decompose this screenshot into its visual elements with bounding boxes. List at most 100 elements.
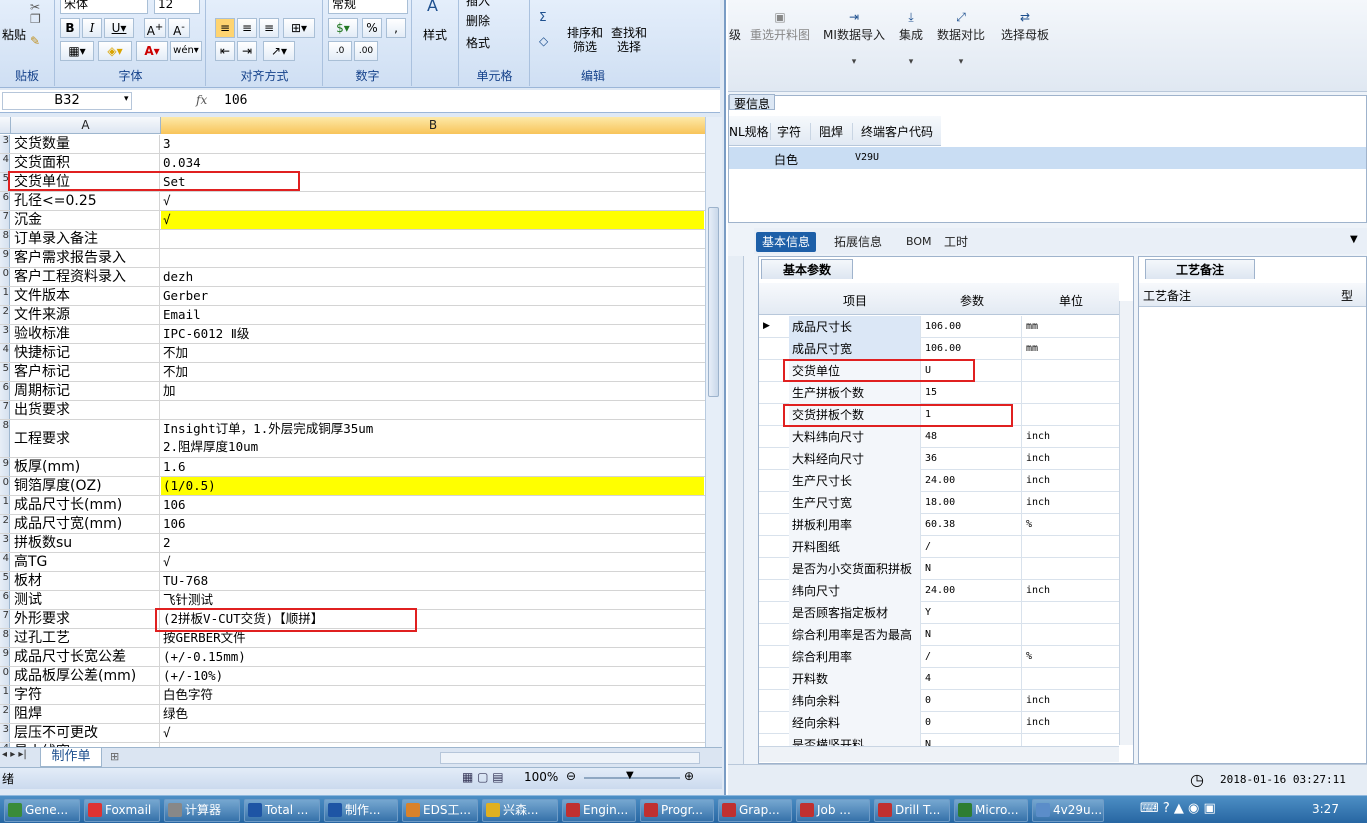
taskbar-item[interactable]: 计算器 <box>164 799 240 822</box>
format-button[interactable]: 格式 <box>466 34 490 51</box>
cell-a[interactable]: 过孔工艺 <box>11 629 160 647</box>
row-number[interactable]: 0 <box>0 477 10 495</box>
table-row[interactable]: 9 板厚(mm) 1.6 <box>0 458 706 477</box>
row-number[interactable]: 5 <box>0 363 10 381</box>
formula-input[interactable]: 106 <box>220 93 700 111</box>
currency-icon[interactable]: $▾ <box>328 18 358 38</box>
param-row[interactable]: 拼板利用率 60.38% <box>759 514 1119 536</box>
row-number[interactable]: 4 <box>0 344 10 362</box>
param-row[interactable]: 经向余料 0 inch <box>759 712 1119 734</box>
cell-b[interactable]: Gerber <box>161 287 704 305</box>
table-row[interactable]: 9 成品尺寸长宽公差 (+/-0.15mm) <box>0 648 706 667</box>
tabs-dropdown-icon[interactable]: ▼ <box>1350 234 1358 245</box>
tab-sheet[interactable]: 制作单 <box>40 748 102 767</box>
new-sheet-icon[interactable]: ⊞ <box>110 750 119 763</box>
notes-col-memo[interactable]: 工艺备注 <box>1143 287 1191 304</box>
cell-a[interactable]: 工程要求 <box>11 420 160 457</box>
row-number[interactable]: 4 <box>0 553 10 571</box>
row-number[interactable]: 7 <box>0 401 10 419</box>
cell-b[interactable]: TU-768 <box>161 572 704 590</box>
phonetic-icon[interactable]: wén▾ <box>170 41 202 61</box>
autosum-icon[interactable]: Σ <box>539 10 547 24</box>
param-value[interactable]: N <box>922 558 1022 580</box>
summary-col-mask[interactable]: 阻焊 <box>819 123 853 140</box>
row-number[interactable]: 2 <box>0 515 10 533</box>
row-number[interactable]: 7 <box>0 211 10 229</box>
param-value[interactable]: / <box>922 646 1022 668</box>
cell-b[interactable]: (+/-10%) <box>161 667 704 685</box>
param-row[interactable]: 开料数 4 <box>759 668 1119 690</box>
cell-a[interactable]: 客户需求报告录入 <box>11 249 160 267</box>
font-size-select[interactable]: 12 <box>154 0 200 14</box>
taskbar-item[interactable]: Grap... <box>718 799 792 822</box>
param-value[interactable]: 60.38 <box>922 514 1022 536</box>
increase-decimal-icon[interactable]: .0 <box>328 41 352 61</box>
table-row[interactable]: 8 工程要求 Insight订单，1.外层完成铜厚35um 2.阻焊厚度10um <box>0 420 706 458</box>
taskbar-item[interactable]: Engin... <box>562 799 636 822</box>
param-row[interactable]: 大料纬向尺寸 48 inch <box>759 426 1119 448</box>
paste-button[interactable]: 粘贴 <box>2 26 26 43</box>
fill-color-icon[interactable]: ◈▾ <box>98 41 132 61</box>
cell-b[interactable]: √ <box>161 724 704 742</box>
table-row[interactable]: 2 文件来源 Email <box>0 306 706 325</box>
cell-b[interactable]: 2 <box>161 534 704 552</box>
insert-button[interactable]: 插入 <box>466 0 490 9</box>
name-box-dropdown-icon[interactable]: ▾ <box>124 94 129 104</box>
tab-basic-info[interactable]: 基本信息 <box>756 232 817 252</box>
table-row[interactable]: 1 成品尺寸长(mm) 106 <box>0 496 706 515</box>
cell-a[interactable]: 交货面积 <box>11 154 160 172</box>
cell-b[interactable]: 不加 <box>161 344 704 362</box>
cell-b[interactable] <box>161 401 704 419</box>
param-row[interactable]: 大料经向尺寸 36 inch <box>759 448 1119 470</box>
taskbar-item[interactable]: Foxmail <box>84 799 160 822</box>
cell-a[interactable]: 成品尺寸长(mm) <box>11 496 160 514</box>
zoom-in-icon[interactable]: ⊕ <box>684 769 694 783</box>
cell-b[interactable]: dezh <box>161 268 704 286</box>
table-row[interactable]: 5 板材 TU-768 <box>0 572 706 591</box>
taskbar-item[interactable]: Job ... <box>796 799 870 822</box>
param-value[interactable]: N <box>922 624 1022 646</box>
row-number[interactable]: 9 <box>0 458 10 476</box>
bold-icon[interactable]: B <box>60 18 80 38</box>
table-row[interactable]: 0 成品板厚公差(mm) (+/-10%) <box>0 667 706 686</box>
params-col-value[interactable]: 参数 <box>922 292 1022 309</box>
column-b-header[interactable]: B <box>161 117 706 134</box>
param-row[interactable]: 综合利用率 /% <box>759 646 1119 668</box>
grow-font-icon[interactable]: A+ <box>144 18 166 38</box>
shrink-font-icon[interactable]: A- <box>168 18 190 38</box>
param-row[interactable]: 综合利用率是否为最高 N <box>759 624 1119 646</box>
cell-b[interactable]: 不加 <box>161 363 704 381</box>
percent-icon[interactable]: % <box>362 18 382 38</box>
row-number[interactable]: 3 <box>0 135 10 153</box>
cell-a[interactable]: 高TG <box>11 553 160 571</box>
param-value[interactable]: 0 <box>922 690 1022 712</box>
params-col-item[interactable]: 项目 <box>789 292 921 309</box>
cell-b[interactable]: 0.034 <box>161 154 704 172</box>
font-name-select[interactable]: 宋体 <box>60 0 148 14</box>
cell-a[interactable]: 交货数量 <box>11 135 160 153</box>
table-row[interactable]: 5 客户标记 不加 <box>0 363 706 382</box>
table-row[interactable]: 1 字符 白色字符 <box>0 686 706 705</box>
row-number[interactable]: 3 <box>0 724 10 742</box>
taskbar-item[interactable]: Progr... <box>640 799 714 822</box>
cell-a[interactable]: 孔径<=0.25 <box>11 192 160 210</box>
row-number[interactable]: 6 <box>0 591 10 609</box>
param-row[interactable]: 开料图纸 / <box>759 536 1119 558</box>
cell-a[interactable]: 测试 <box>11 591 160 609</box>
cell-b[interactable]: 飞针测试 <box>161 591 704 609</box>
format-painter-icon[interactable]: ✎ <box>30 34 40 48</box>
cell-a[interactable]: 文件版本 <box>11 287 160 305</box>
toolbar-btn-integrate[interactable]: ⤓ 集成 ▾ <box>894 10 928 67</box>
italic-icon[interactable]: I <box>82 18 102 38</box>
underline-icon[interactable]: U▾ <box>104 18 134 38</box>
cell-b[interactable]: 加 <box>161 382 704 400</box>
table-row[interactable]: 2 阻焊 绿色 <box>0 705 706 724</box>
cell-a[interactable]: 铜箔厚度(OZ) <box>11 477 160 495</box>
cell-a[interactable]: 成品尺寸长宽公差 <box>11 648 160 666</box>
cell-a[interactable]: 验收标准 <box>11 325 160 343</box>
cell-b[interactable]: 106 <box>161 496 704 514</box>
row-number[interactable]: 3 <box>0 325 10 343</box>
row-number[interactable]: 7 <box>0 610 10 628</box>
table-row[interactable]: 3 验收标准 IPC-6012 Ⅱ级 <box>0 325 706 344</box>
summary-col-char[interactable]: 字符 <box>777 123 811 140</box>
